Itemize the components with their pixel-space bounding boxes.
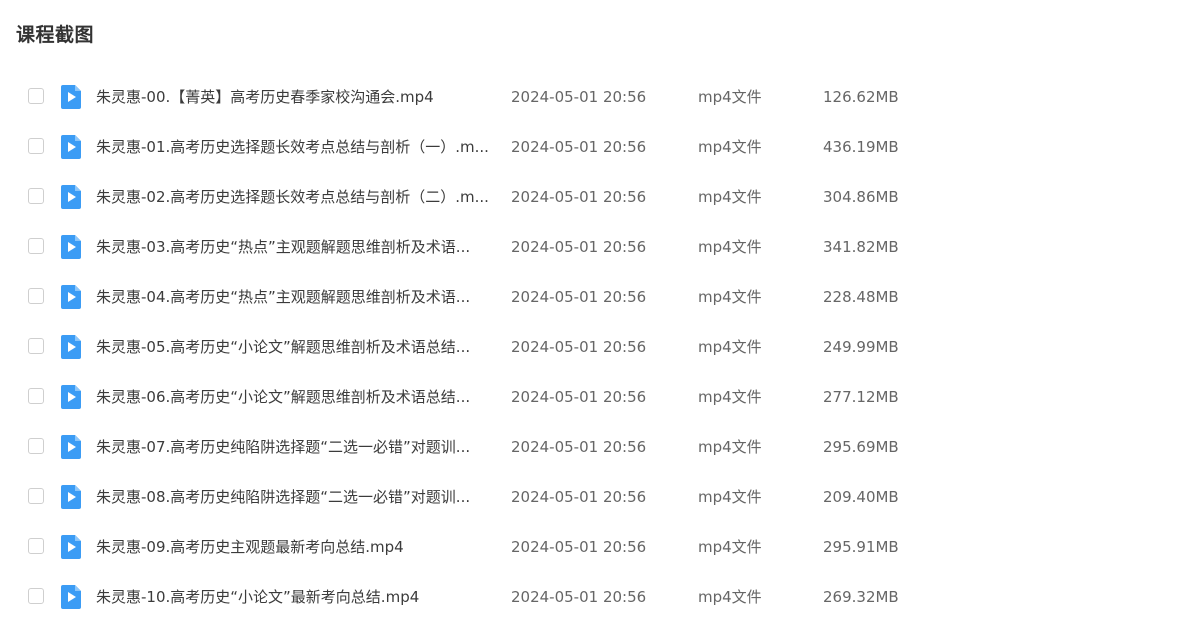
file-date: 2024-05-01 20:56: [511, 288, 647, 306]
file-name[interactable]: 朱灵惠-06.高考历史“小论文”解题思维剖析及术语总结...: [96, 387, 496, 407]
file-name[interactable]: 朱灵惠-04.高考历史“热点”主观题解题思维剖析及术语...: [96, 287, 496, 307]
video-file-icon: [60, 434, 82, 460]
file-row[interactable]: 朱灵惠-04.高考历史“热点”主观题解题思维剖析及术语... 2024-05-0…: [0, 272, 1195, 322]
file-row[interactable]: 朱灵惠-03.高考历史“热点”主观题解题思维剖析及术语... 2024-05-0…: [0, 222, 1195, 272]
file-size: 304.86MB: [823, 188, 899, 206]
file-date: 2024-05-01 20:56: [511, 188, 647, 206]
file-checkbox[interactable]: [28, 238, 44, 254]
video-file-icon: [60, 484, 82, 510]
file-size: 295.91MB: [823, 538, 899, 556]
file-row[interactable]: 朱灵惠-08.高考历史纯陷阱选择题“二选一必错”对题训... 2024-05-0…: [0, 472, 1195, 522]
file-size: 295.69MB: [823, 438, 899, 456]
file-row[interactable]: 朱灵惠-07.高考历史纯陷阱选择题“二选一必错”对题训... 2024-05-0…: [0, 422, 1195, 472]
file-size: 228.48MB: [823, 288, 899, 306]
section-title: 课程截图: [16, 24, 95, 46]
file-name[interactable]: 朱灵惠-00.【菁英】高考历史春季家校沟通会.mp4: [96, 87, 496, 107]
video-file-icon: [60, 284, 82, 310]
file-checkbox[interactable]: [28, 338, 44, 354]
file-type: mp4文件: [698, 488, 762, 506]
file-type: mp4文件: [698, 88, 762, 106]
file-name[interactable]: 朱灵惠-09.高考历史主观题最新考向总结.mp4: [96, 537, 496, 557]
file-name[interactable]: 朱灵惠-01.高考历史选择题长效考点总结与剖析（一）.m...: [96, 137, 496, 157]
file-type: mp4文件: [698, 538, 762, 556]
file-date: 2024-05-01 20:56: [511, 138, 647, 156]
file-type: mp4文件: [698, 438, 762, 456]
file-size: 126.62MB: [823, 88, 899, 106]
file-type: mp4文件: [698, 288, 762, 306]
file-row[interactable]: 朱灵惠-10.高考历史“小论文”最新考向总结.mp4 2024-05-01 20…: [0, 572, 1195, 622]
file-size: 249.99MB: [823, 338, 899, 356]
file-date: 2024-05-01 20:56: [511, 488, 647, 506]
file-row[interactable]: 朱灵惠-00.【菁英】高考历史春季家校沟通会.mp4 2024-05-01 20…: [0, 72, 1195, 122]
file-size: 269.32MB: [823, 588, 899, 606]
file-list: 朱灵惠-00.【菁英】高考历史春季家校沟通会.mp4 2024-05-01 20…: [0, 72, 1195, 622]
file-date: 2024-05-01 20:56: [511, 588, 647, 606]
file-checkbox[interactable]: [28, 588, 44, 604]
file-name[interactable]: 朱灵惠-02.高考历史选择题长效考点总结与剖析（二）.m...: [96, 187, 496, 207]
video-file-icon: [60, 184, 82, 210]
video-file-icon: [60, 534, 82, 560]
file-checkbox[interactable]: [28, 188, 44, 204]
file-type: mp4文件: [698, 138, 762, 156]
file-row[interactable]: 朱灵惠-02.高考历史选择题长效考点总结与剖析（二）.m... 2024-05-…: [0, 172, 1195, 222]
file-checkbox[interactable]: [28, 288, 44, 304]
file-checkbox[interactable]: [28, 88, 44, 104]
file-type: mp4文件: [698, 588, 762, 606]
file-date: 2024-05-01 20:56: [511, 438, 647, 456]
file-name[interactable]: 朱灵惠-03.高考历史“热点”主观题解题思维剖析及术语...: [96, 237, 496, 257]
file-type: mp4文件: [698, 238, 762, 256]
file-checkbox[interactable]: [28, 388, 44, 404]
file-date: 2024-05-01 20:56: [511, 538, 647, 556]
file-row[interactable]: 朱灵惠-05.高考历史“小论文”解题思维剖析及术语总结... 2024-05-0…: [0, 322, 1195, 372]
file-checkbox[interactable]: [28, 138, 44, 154]
video-file-icon: [60, 234, 82, 260]
file-date: 2024-05-01 20:56: [511, 388, 647, 406]
file-size: 209.40MB: [823, 488, 899, 506]
file-size: 341.82MB: [823, 238, 899, 256]
video-file-icon: [60, 134, 82, 160]
file-checkbox[interactable]: [28, 538, 44, 554]
file-date: 2024-05-01 20:56: [511, 88, 647, 106]
file-type: mp4文件: [698, 388, 762, 406]
file-date: 2024-05-01 20:56: [511, 338, 647, 356]
video-file-icon: [60, 334, 82, 360]
file-name[interactable]: 朱灵惠-07.高考历史纯陷阱选择题“二选一必错”对题训...: [96, 437, 496, 457]
file-checkbox[interactable]: [28, 438, 44, 454]
file-checkbox[interactable]: [28, 488, 44, 504]
file-row[interactable]: 朱灵惠-01.高考历史选择题长效考点总结与剖析（一）.m... 2024-05-…: [0, 122, 1195, 172]
file-size: 277.12MB: [823, 388, 899, 406]
video-file-icon: [60, 84, 82, 110]
video-file-icon: [60, 384, 82, 410]
file-row[interactable]: 朱灵惠-09.高考历史主观题最新考向总结.mp4 2024-05-01 20:5…: [0, 522, 1195, 572]
file-name[interactable]: 朱灵惠-08.高考历史纯陷阱选择题“二选一必错”对题训...: [96, 487, 496, 507]
video-file-icon: [60, 584, 82, 610]
file-type: mp4文件: [698, 338, 762, 356]
file-type: mp4文件: [698, 188, 762, 206]
file-name[interactable]: 朱灵惠-10.高考历史“小论文”最新考向总结.mp4: [96, 587, 496, 607]
file-row[interactable]: 朱灵惠-06.高考历史“小论文”解题思维剖析及术语总结... 2024-05-0…: [0, 372, 1195, 422]
file-name[interactable]: 朱灵惠-05.高考历史“小论文”解题思维剖析及术语总结...: [96, 337, 496, 357]
file-size: 436.19MB: [823, 138, 899, 156]
file-date: 2024-05-01 20:56: [511, 238, 647, 256]
